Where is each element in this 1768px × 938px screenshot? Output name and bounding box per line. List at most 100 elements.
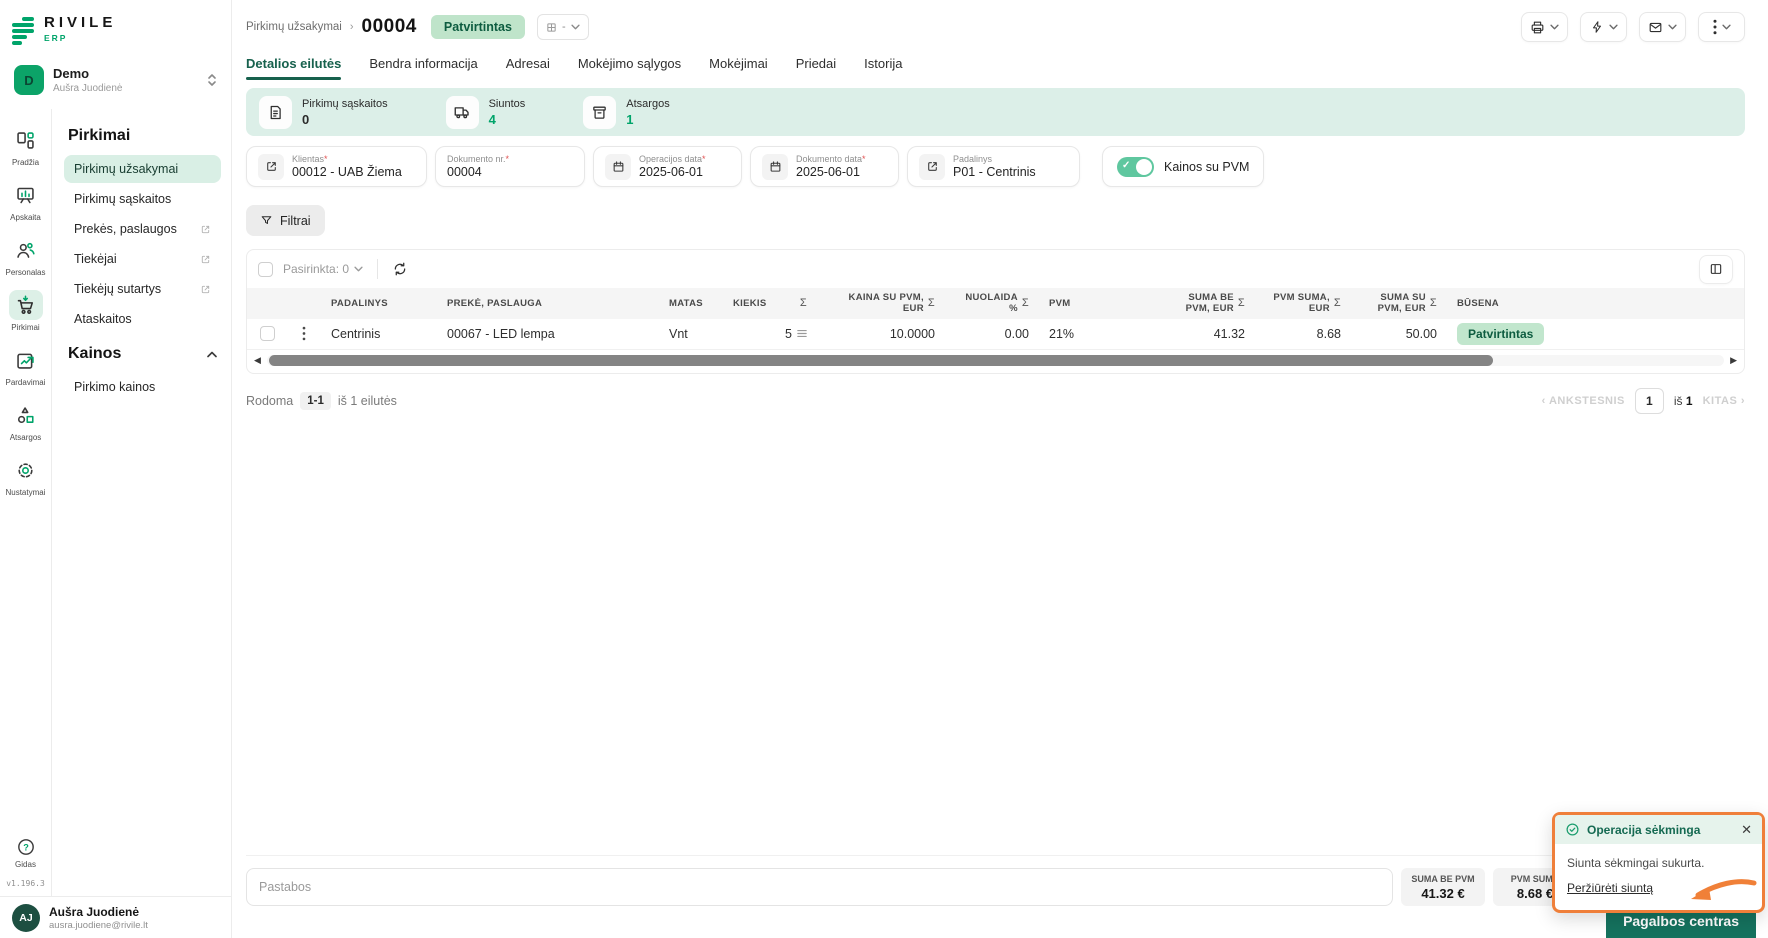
tab-bendra-informacija[interactable]: Bendra informacija xyxy=(369,56,477,80)
rail-item-personalas[interactable]: Personalas xyxy=(2,229,50,284)
scrollbar-track[interactable] xyxy=(267,355,1724,366)
report-board-icon xyxy=(9,180,43,210)
row-status-badge: Patvirtintas xyxy=(1457,323,1544,345)
row-checkbox[interactable] xyxy=(260,326,275,341)
summary-banner: Pirkimų sąskaitos 0 Siuntos 4 Atsargos xyxy=(246,88,1745,136)
select-all-checkbox[interactable] xyxy=(258,262,273,277)
main-content: Pirkimų užsakymai › 00004 Patvirtintas - xyxy=(232,0,1768,938)
shapes-icon xyxy=(9,400,43,430)
column-settings-button[interactable] xyxy=(1699,255,1733,284)
tab-mokejimo-salygos[interactable]: Mokėjimo sąlygos xyxy=(578,56,681,80)
rail-item-apskaita[interactable]: Apskaita xyxy=(2,174,50,229)
stat-pirkimu-saskaitos[interactable]: Pirkimų sąskaitos 0 xyxy=(259,96,388,129)
tab-priedai[interactable]: Priedai xyxy=(796,56,836,80)
col-kiekis[interactable]: KIEKISΣ xyxy=(723,293,817,314)
print-dropdown-button[interactable] xyxy=(1521,12,1568,42)
close-icon[interactable]: ✕ xyxy=(1741,823,1752,836)
user-footer[interactable]: AJ Aušra Juodienė ausra.juodiene@rivile.… xyxy=(0,896,231,938)
col-busena[interactable]: BŪSENA xyxy=(1447,294,1567,313)
view-selector-dropdown[interactable]: - xyxy=(537,14,589,40)
sidebar-item-tiekeju-sutartys[interactable]: Tiekėjų sutartys xyxy=(64,275,221,303)
showing-label: Rodoma xyxy=(246,394,293,408)
table-header-row: PADALINYS PREKĖ, PASLAUGA MATAS KIEKISΣ … xyxy=(247,288,1744,319)
refresh-icon[interactable] xyxy=(392,261,408,277)
columns-icon xyxy=(1709,262,1723,276)
scroll-left-icon[interactable]: ◀ xyxy=(254,355,261,366)
rail-item-atsargos[interactable]: Atsargos xyxy=(2,394,50,449)
field-operacijos-data[interactable]: Operacijos data* 2025-06-01 xyxy=(593,146,742,187)
sidebar-item-pirkimu-saskaitos[interactable]: Pirkimų sąskaitos xyxy=(64,185,221,213)
email-dropdown-button[interactable] xyxy=(1639,12,1686,42)
filter-button[interactable]: Filtrai xyxy=(246,205,325,236)
app-window: RIVILE ERP D Demo Aušra Juodienė xyxy=(0,0,1768,938)
col-preke-paslauga[interactable]: PREKĖ, PASLAUGA xyxy=(437,294,659,313)
cell-preke-paslauga: 00067 - LED lempa xyxy=(437,323,659,345)
list-icon[interactable] xyxy=(797,329,807,338)
col-kaina-su-pvm[interactable]: KAINA SU PVM, EURΣ xyxy=(817,288,945,319)
field-dokumento-data[interactable]: Dokumento data* 2025-06-01 xyxy=(750,146,899,187)
document-fields: Klientas* 00012 - UAB Žiema Dokumento nr… xyxy=(246,146,1745,187)
breadcrumb-chevron-icon: › xyxy=(350,21,354,33)
sidebar-item-ataskaitos[interactable]: Ataskaitos xyxy=(64,305,221,333)
toggle-switch[interactable]: ✓ xyxy=(1117,157,1154,177)
toast-title: Operacija sėkminga xyxy=(1587,823,1734,837)
tab-istorija[interactable]: Istorija xyxy=(864,56,902,80)
sidebar-item-pirkimu-uzsakymai[interactable]: Pirkimų užsakymai xyxy=(64,155,221,183)
page-number-input[interactable] xyxy=(1635,388,1664,414)
check-circle-icon xyxy=(1565,822,1580,837)
selected-count-dropdown[interactable]: Pasirinkta: 0 xyxy=(283,262,363,276)
field-dokumento-nr[interactable]: Dokumento nr.* 00004 xyxy=(435,146,585,187)
sidebar-item-pirkimo-kainos[interactable]: Pirkimo kainos xyxy=(64,373,221,401)
funnel-icon xyxy=(260,214,273,227)
col-suma-be-pvm[interactable]: SUMA BE PVM, EURΣ xyxy=(1151,288,1255,319)
tab-adresai[interactable]: Adresai xyxy=(506,56,550,80)
menu-section-kainos[interactable]: Kainos xyxy=(64,341,221,373)
calendar-icon xyxy=(762,154,788,180)
tab-bar: Detalios eilutės Bendra informacija Adre… xyxy=(246,56,1745,80)
stat-siuntos[interactable]: Siuntos 4 xyxy=(446,96,526,129)
rail-item-pardavimai[interactable]: Pardavimai xyxy=(2,339,50,394)
cell-kiekis: 5 xyxy=(785,327,792,341)
page-title: 00004 xyxy=(362,16,417,38)
row-kebab-icon[interactable] xyxy=(302,326,306,341)
sum-icon: Σ xyxy=(1430,297,1437,310)
chevron-down-icon xyxy=(1668,24,1677,30)
guide-button[interactable]: ? Gidas xyxy=(15,837,36,869)
actions-dropdown-button[interactable] xyxy=(1580,12,1627,42)
notes-input[interactable] xyxy=(246,868,1393,906)
next-page-button[interactable]: KITAS › xyxy=(1703,395,1745,407)
breadcrumb-parent[interactable]: Pirkimų užsakymai xyxy=(246,21,342,33)
prev-page-button[interactable]: ‹ ANKSTESNIS xyxy=(1542,395,1625,407)
cell-matas: Vnt xyxy=(659,323,723,345)
cart-icon xyxy=(9,290,43,320)
field-klientas[interactable]: Klientas* 00012 - UAB Žiema xyxy=(246,146,427,187)
workspace-selector[interactable]: D Demo Aušra Juodienė xyxy=(12,61,219,99)
table-row[interactable]: Centrinis 00067 - LED lempa Vnt 5 10.000… xyxy=(247,319,1744,350)
sidebar-item-prekes-paslaugos[interactable]: Prekės, paslaugos xyxy=(64,215,221,243)
sidebar-item-tiekejai[interactable]: Tiekėjai xyxy=(64,245,221,273)
col-padalinys[interactable]: PADALINYS xyxy=(321,294,437,313)
more-dropdown-button[interactable] xyxy=(1698,12,1745,42)
toast-message: Siunta sėkmingai sukurta. xyxy=(1567,856,1750,870)
field-padalinys[interactable]: Padalinys P01 - Centrinis xyxy=(907,146,1080,187)
rail-item-pradzia[interactable]: Pradžia xyxy=(2,119,50,174)
scroll-right-icon[interactable]: ▶ xyxy=(1730,355,1737,366)
toggle-kainos-su-pvm[interactable]: ✓ Kainos su PVM xyxy=(1102,146,1264,187)
stat-atsargos[interactable]: Atsargos 1 xyxy=(583,96,669,129)
col-pvm[interactable]: PVM xyxy=(1039,294,1151,313)
chevron-down-icon xyxy=(1722,24,1731,30)
rail-item-pirkimai[interactable]: Pirkimai xyxy=(2,284,50,339)
success-toast: Operacija sėkminga ✕ Siunta sėkmingai su… xyxy=(1552,812,1765,913)
tab-mokejimai[interactable]: Mokėjimai xyxy=(709,56,768,80)
scrollbar-thumb[interactable] xyxy=(269,355,1493,366)
inventory-box-icon xyxy=(583,96,616,129)
col-nuolaida[interactable]: NUOLAIDA %Σ xyxy=(945,288,1039,319)
col-suma-su-pvm[interactable]: SUMA SU PVM, EURΣ xyxy=(1351,288,1447,319)
tab-detalios-eilutes[interactable]: Detalios eilutės xyxy=(246,56,341,80)
col-pvm-suma[interactable]: PVM SUMA, EURΣ xyxy=(1255,288,1351,319)
svg-text:?: ? xyxy=(23,842,29,852)
rail-item-nustatymai[interactable]: Nustatymai xyxy=(2,449,50,504)
col-matas[interactable]: MATAS xyxy=(659,294,723,313)
sidebar-header: RIVILE ERP D Demo Aušra Juodienė xyxy=(0,0,231,109)
view-shipment-link[interactable]: Peržiūrėti siuntą xyxy=(1567,881,1653,895)
